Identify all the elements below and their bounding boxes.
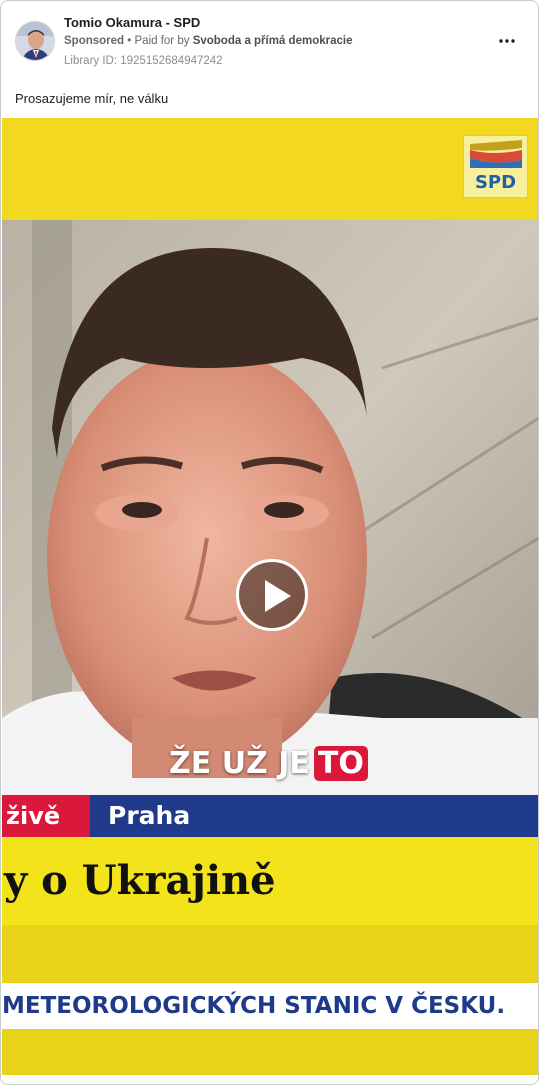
post-header: Tomio Okamura - SPD Sponsored • Paid for… [1,1,538,81]
page-avatar[interactable] [15,21,55,61]
caption-highlight-text: TO [313,745,368,781]
ad-card: Tomio Okamura - SPD Sponsored • Paid for… [0,0,539,1085]
spd-logo-text: SPD [474,172,517,193]
video-player[interactable]: SPD ŽE UŽ JE TO živě Praha y o Ukrajině … [2,118,538,1075]
more-options-button[interactable] [493,31,521,51]
caption-main-text: ŽE UŽ JE [169,745,310,781]
video-caption: ŽE UŽ JE TO [169,743,368,783]
play-button[interactable] [236,559,308,631]
live-label: živě [2,795,90,837]
paid-for-prefix: Paid for by [134,35,190,47]
meta-separator: • [127,35,132,47]
broadcast-ticker-bar: METEOROLOGICKÝCH STANIC V ČESKU. [2,983,538,1029]
spd-logo: SPD [463,135,528,198]
broadcast-headline: y o Ukrajině [4,857,276,904]
broadcast-location: Praha [108,801,191,830]
avatar-image [16,22,54,60]
broadcast-headline-bar: y o Ukrajině [2,837,538,925]
sponsor-info: Sponsored • Paid for by Svoboda a přímá … [64,35,352,47]
library-id: Library ID: 1925152684947242 [64,55,223,67]
broadcast-ticker-text: METEOROLOGICKÝCH STANIC V ČESKU. [2,993,506,1019]
more-options-icon [499,39,515,43]
paid-for-by-link[interactable]: Svoboda a přímá demokracie [193,35,353,47]
ad-body-text: Prosazujeme mír, ne válku [15,91,169,106]
sponsored-label: Sponsored [64,35,125,47]
spd-logo-flag-icon [470,140,522,168]
broadcast-live-bar: živě Praha [2,795,538,837]
page-name-link[interactable]: Tomio Okamura - SPD [64,15,200,30]
